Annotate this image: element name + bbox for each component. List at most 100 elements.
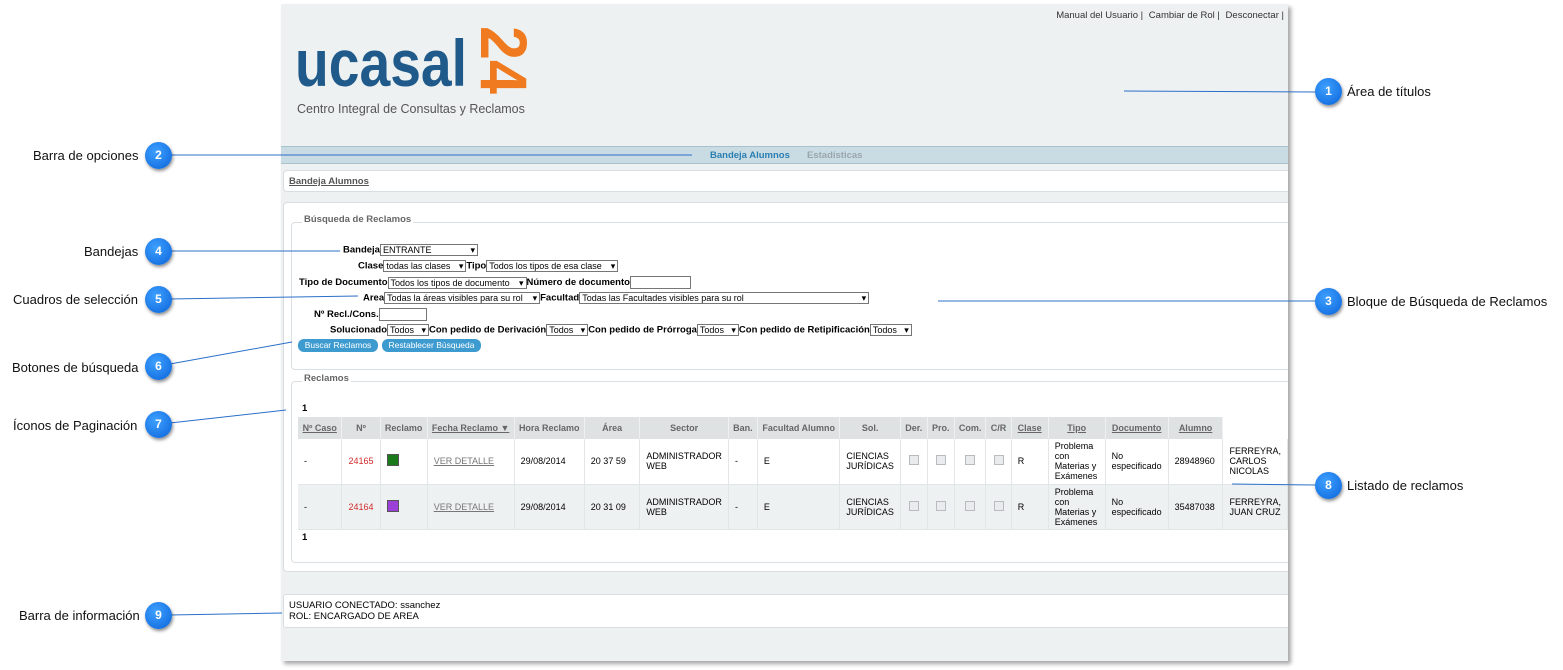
pagination-bottom[interactable]: 1: [302, 532, 307, 543]
cell-com: [985, 484, 1012, 530]
derivacion-select[interactable]: Todos: [546, 324, 589, 336]
pro-checkbox[interactable]: [965, 500, 976, 511]
col-reclamo: Reclamo: [380, 417, 428, 439]
breadcrumb: Bandeja Alumnos: [283, 170, 1288, 192]
color-indicator: [386, 499, 399, 512]
color-indicator: [386, 454, 399, 467]
col-com: Com.: [954, 417, 987, 439]
com-checkbox[interactable]: [993, 500, 1004, 511]
options-bar: Bandeja Alumnos Estadísticas: [281, 146, 1288, 164]
cell-alumno: FERREYRA, JUAN CRUZ: [1222, 484, 1288, 530]
cell-color: [380, 484, 428, 530]
tipo-select[interactable]: Todos los tipos de esa clase: [486, 260, 619, 272]
cell-sol: [900, 484, 928, 530]
clase-label: Clase: [358, 260, 384, 272]
pro-checkbox[interactable]: [965, 455, 976, 466]
col-num: Nº: [341, 417, 381, 439]
solucionado-select[interactable]: Todos: [387, 324, 429, 336]
desconectar-link[interactable]: Desconectar: [1226, 10, 1279, 21]
ucasal-logo: ucasal 24: [295, 26, 540, 94]
sol-checkbox[interactable]: [908, 500, 919, 511]
nrecl-row: Nº Recl./Cons.: [314, 308, 427, 321]
col-ban: Ban.: [728, 417, 758, 439]
pagination-top[interactable]: 1: [302, 403, 307, 414]
col-cr: C/R: [985, 417, 1012, 439]
cell-num: 24165: [341, 439, 381, 485]
col-documento[interactable]: Documento: [1105, 417, 1169, 439]
usuario-conectado: USUARIO CONECTADO: ssanchez: [289, 600, 441, 611]
table-row: - 24165 VER DETALLE 29/08/2014 20 37 59 …: [298, 439, 1288, 485]
cell-pro: [954, 439, 987, 485]
cambiar-rol-link[interactable]: Cambiar de Rol: [1149, 10, 1215, 21]
prorroga-select[interactable]: Todos: [696, 324, 739, 336]
facultad-label: Facultad: [540, 292, 580, 304]
der-checkbox[interactable]: [935, 455, 946, 466]
rol-actual: ROL: ENCARGADO DE AREA: [289, 611, 419, 622]
area-select[interactable]: Todas la áreas visibles para su rol: [384, 292, 541, 304]
sol-checkbox[interactable]: [908, 455, 919, 466]
retipificacion-label: Con pedido de Retipificación: [738, 324, 870, 336]
callout-label-9: Barra de información: [19, 608, 140, 623]
cell-der: [927, 484, 955, 530]
col-clase[interactable]: Clase: [1011, 417, 1049, 439]
col-tipo[interactable]: Tipo: [1048, 417, 1106, 439]
tipo-documento-label: Tipo de Documento: [299, 277, 388, 289]
callout-9: 9: [145, 602, 172, 629]
bandeja-select[interactable]: ENTRANTE: [379, 244, 478, 256]
ver-detalle-link[interactable]: VER DETALLE: [427, 439, 515, 485]
callout-3: 3: [1315, 288, 1342, 315]
callout-label-1: Área de títulos: [1347, 84, 1431, 99]
clase-row: Clasetodas las clasesTipoTodos los tipos…: [358, 260, 619, 272]
clase-select[interactable]: todas las clases: [383, 260, 467, 272]
numero-documento-input[interactable]: [629, 276, 691, 289]
numero-documento-label: Número de documento: [526, 277, 630, 289]
cell-documento: 28948960: [1168, 439, 1224, 485]
callout-label-2: Barra de opciones: [33, 148, 139, 163]
cell-der: [927, 439, 955, 485]
reclamos-table: Nº Caso Nº Reclamo Fecha Reclamo ▼ Hora …: [298, 417, 1288, 530]
ver-detalle-link[interactable]: VER DETALLE: [427, 484, 515, 530]
cell-documento: 35487038: [1168, 484, 1224, 530]
nav-estadisticas[interactable]: Estadísticas: [807, 150, 862, 161]
manual-link[interactable]: Manual del Usuario: [1056, 10, 1138, 21]
cell-pro: [954, 484, 987, 530]
breadcrumb-link[interactable]: Bandeja Alumnos: [289, 176, 369, 187]
derivacion-label: Con pedido de Derivación: [429, 324, 547, 336]
cell-cr: R: [1011, 439, 1049, 485]
cell-facultad: CIENCIAS JURÍDICAS: [839, 439, 901, 485]
col-alumno[interactable]: Alumno: [1168, 417, 1224, 439]
nav-bandeja-alumnos[interactable]: Bandeja Alumnos: [710, 150, 790, 161]
cell-alumno: FERREYRA, CARLOS NICOLAS: [1222, 439, 1288, 485]
cell-caso: -: [298, 439, 343, 485]
callout-4: 4: [145, 238, 172, 265]
logo-number: 24: [467, 26, 540, 94]
tipo-documento-select[interactable]: Todos los tipos de documento: [387, 276, 527, 289]
der-checkbox[interactable]: [935, 500, 946, 511]
info-bar: USUARIO CONECTADO: ssanchez ROL: ENCARGA…: [283, 594, 1288, 628]
col-facultad: Facultad Alumno: [757, 417, 841, 439]
col-sector: Sector: [639, 417, 729, 439]
callout-label-6: Botones de búsqueda: [12, 360, 139, 375]
nrecl-input[interactable]: [378, 308, 427, 321]
area-label: Area: [363, 292, 385, 304]
cell-cr: R: [1011, 484, 1049, 530]
col-der: Der.: [900, 417, 928, 439]
cell-tipo: No especificado: [1105, 439, 1169, 485]
callout-line-7: [169, 409, 287, 424]
cell-sector: -: [728, 484, 758, 530]
col-pro: Pro.: [927, 417, 955, 439]
tipo-label: Tipo: [466, 260, 487, 272]
cell-facultad: CIENCIAS JURÍDICAS: [839, 484, 901, 530]
com-checkbox[interactable]: [993, 455, 1004, 466]
facultad-select[interactable]: Todas las Facultades visibles para su ro…: [579, 292, 870, 304]
retipificacion-select[interactable]: Todos: [869, 324, 912, 336]
callout-line-9: [169, 612, 283, 616]
col-fecha[interactable]: Fecha Reclamo ▼: [427, 417, 515, 439]
col-caso[interactable]: Nº Caso: [298, 417, 343, 439]
cell-num: 24164: [341, 484, 381, 530]
restablecer-busqueda-button[interactable]: Restablecer Búsqueda: [382, 339, 481, 352]
buscar-reclamos-button[interactable]: Buscar Reclamos: [298, 339, 378, 352]
cell-caso: -: [298, 484, 343, 530]
callout-8: 8: [1315, 472, 1342, 499]
callout-label-3: Bloque de Búsqueda de Reclamos: [1347, 294, 1548, 309]
